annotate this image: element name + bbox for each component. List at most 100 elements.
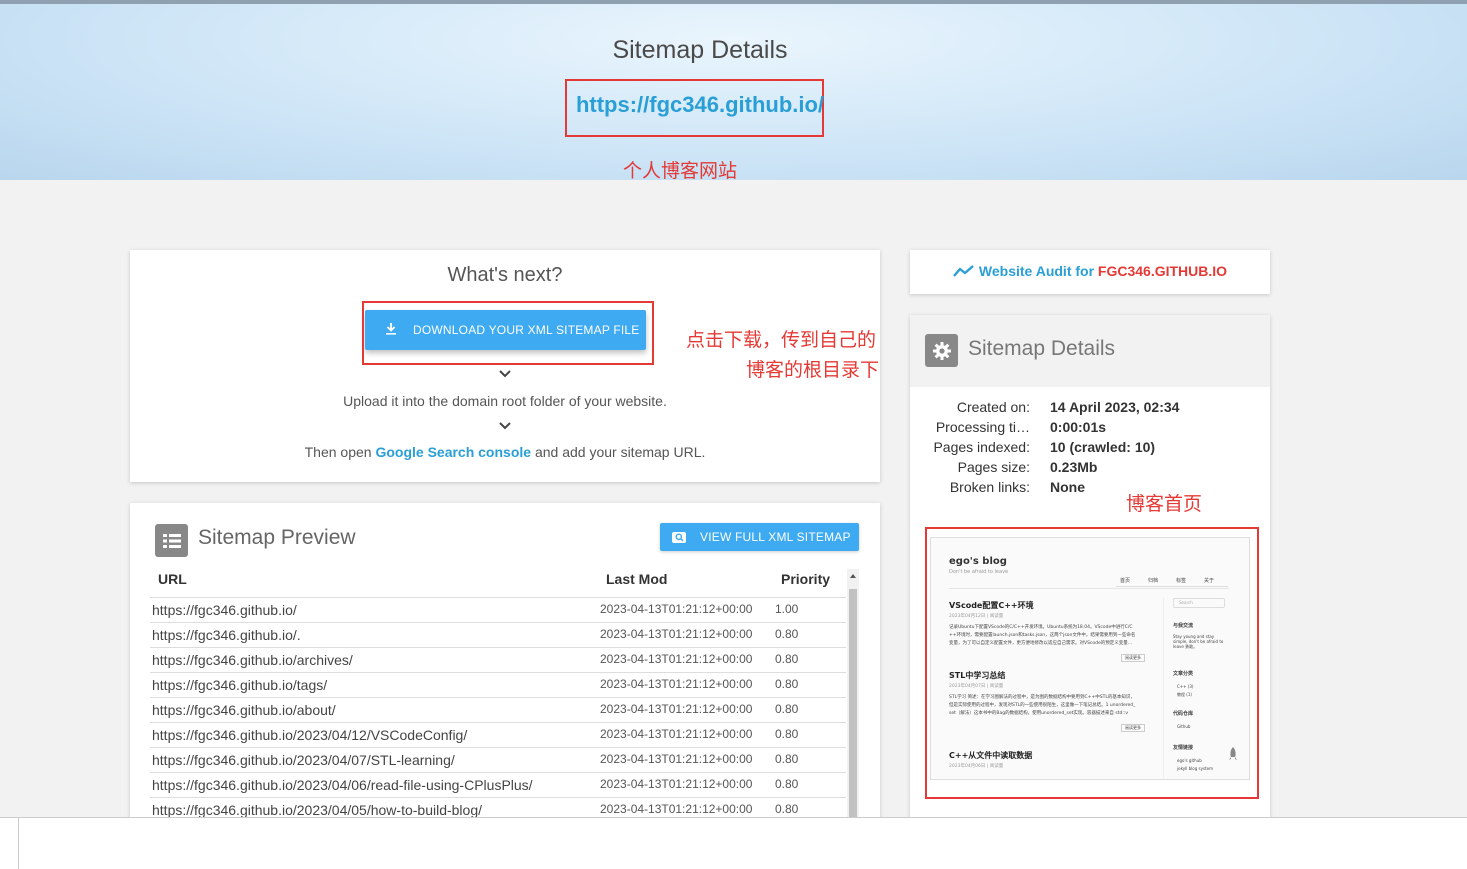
hero-site-url-link[interactable]: https://fgc346.github.io/ (565, 92, 835, 118)
row-url[interactable]: https://fgc346.github.io/tags/ (152, 677, 327, 693)
row-url[interactable]: https://fgc346.github.io/2023/04/07/STL-… (152, 752, 455, 768)
thumb-post1-meta: 2023年04月12日 | 阅读量 (949, 614, 1004, 619)
thumb-side-links: 友情链接 (1173, 745, 1194, 751)
row-priority: 1.00 (775, 602, 799, 616)
bottom-panel (0, 817, 1467, 869)
thumb-post1-body: ++环境时，需要配置launch.json和tasks.json，这两个json… (949, 633, 1136, 638)
created-value: 14 April 2023, 02:34 (1050, 399, 1180, 415)
thumb-search-box: Search (1173, 598, 1225, 608)
row-priority: 0.80 (775, 702, 799, 716)
thumb-side-repo-item: Github (1177, 724, 1191, 729)
upload-instruction: Upload it into the domain root folder of… (343, 393, 667, 409)
thumb-post2-body: STL学习 简述：在学习图解法的过程中，是为图的数据结构中要用到C++中STL的… (949, 695, 1135, 700)
search-console-instruction: Then open Google Search console and add … (130, 444, 880, 460)
sitemap-details-title: Sitemap Details (968, 337, 1116, 360)
hero-title: Sitemap Details (612, 36, 788, 64)
sitemap-preview-card: Sitemap Preview VIEW FULL XML SITEMAP UR… (130, 503, 880, 833)
thumb-nav-item: 标签 (1176, 578, 1187, 584)
processing-label: Processing ti… (935, 419, 1030, 435)
sitemap-preview-title: Sitemap Preview (198, 526, 356, 549)
table-row: https://fgc346.github.io/about/2023-04-1… (150, 697, 846, 723)
row-lastmod: 2023-04-13T01:21:12+00:00 (600, 627, 753, 641)
audit-domain: FGC346.GITHUB.IO (1097, 263, 1228, 279)
table-row: https://fgc346.github.io/. 2023-04-13T01:… (150, 622, 846, 648)
row-url[interactable]: https://fgc346.github.io/archives/ (152, 652, 353, 668)
row-url[interactable]: https://fgc346.github.io/. (152, 627, 301, 643)
thumb-side-about-text: Stay young and stay simple, don't be afr… (1173, 634, 1224, 649)
thumb-nav-item: 归档 (1148, 578, 1159, 584)
column-header-lastmod[interactable]: Last Mod (606, 571, 667, 587)
row-url[interactable]: https://fgc346.github.io/2023/04/05/how-… (152, 802, 482, 818)
row-lastmod: 2023-04-13T01:21:12+00:00 (600, 727, 753, 741)
audit-prefix: Website Audit for (978, 263, 1098, 279)
row-priority: 0.80 (775, 802, 799, 816)
thumb-search-text: Search (1179, 600, 1193, 605)
google-search-console-link[interactable]: Google Search console (375, 444, 531, 460)
thumb-side-links-item: jekyll blog system (1177, 766, 1213, 771)
table-scrollbar[interactable] (847, 569, 859, 819)
instruction-prefix: Then open (304, 444, 376, 460)
pages-indexed-value: 10 (crawled: 10) (1050, 439, 1156, 455)
row-priority: 0.80 (775, 627, 799, 641)
view-full-sitemap-label: VIEW FULL XML SITEMAP (700, 530, 851, 544)
thumb-blog-title: ego's blog (949, 556, 1007, 567)
annotation-download-line1: 点击下载，传到自己的 (686, 329, 877, 351)
row-lastmod: 2023-04-13T01:21:12+00:00 (600, 702, 753, 716)
table-row: https://fgc346.github.io/2023/04/07/STL-… (150, 747, 846, 773)
whats-next-title: What's next? (447, 264, 563, 286)
pages-size-label: Pages size: (957, 459, 1030, 475)
list-icon (155, 524, 188, 557)
thumb-side-links-item: ego's github (1177, 758, 1202, 763)
thumb-nav-item: 首页 (1120, 578, 1131, 584)
row-lastmod: 2023-04-13T01:21:12+00:00 (600, 652, 753, 666)
annotation-blog-homepage: 博客首页 (1126, 493, 1203, 515)
trend-chart-icon (953, 264, 975, 281)
thumb-nav-item: 关于 (1204, 578, 1215, 584)
row-lastmod: 2023-04-13T01:21:12+00:00 (600, 602, 753, 616)
row-url[interactable]: https://fgc346.github.io/2023/04/06/read… (152, 777, 533, 793)
thumb-post1-body: 变量，为了可以自定义配置文件，更方便地修改以适应自己需求。对VScode的预定义… (949, 641, 1133, 646)
row-url[interactable]: https://fgc346.github.io/about/ (152, 702, 336, 718)
view-full-sitemap-button[interactable]: VIEW FULL XML SITEMAP (660, 523, 859, 551)
thumb-post2-body: 但是实际使用的过程中，发现对STL的一些使用很陌生，这里做一下笔记总结。1 un… (949, 703, 1136, 708)
thumb-post2-title: STL中学习总结 (949, 671, 1006, 680)
row-lastmod: 2023-04-13T01:21:12+00:00 (600, 777, 753, 791)
table-row: https://fgc346.github.io/tags/2023-04-13… (150, 672, 846, 698)
website-audit-link[interactable]: Website Audit for FGC346.GITHUB.IO (910, 263, 1270, 281)
column-header-url[interactable]: URL (158, 571, 187, 587)
gear-icon (925, 334, 958, 367)
row-priority: 0.80 (775, 652, 799, 666)
row-priority: 0.80 (775, 777, 799, 791)
column-header-priority[interactable]: Priority (781, 571, 830, 587)
thumb-post3-meta: 2023年04月06日 | 阅读量 (949, 764, 1004, 769)
table-row: https://fgc346.github.io/2023-04-13T01:2… (150, 597, 846, 623)
thumb-post2-body: set（解法）这本书中的Bag的数据结构，使用unordered_set实现。容… (949, 711, 1129, 716)
thumb-read-more: 阅读更多 (1121, 724, 1145, 732)
row-url[interactable]: https://fgc346.github.io/ (152, 602, 297, 618)
thumb-post3-title: C++从文件中读取数据 (949, 751, 1033, 760)
table-row: https://fgc346.github.io/2023/04/12/VSCo… (150, 722, 846, 748)
processing-value: 0:00:01s (1050, 419, 1107, 435)
website-audit-card[interactable]: Website Audit for FGC346.GITHUB.IO (910, 250, 1270, 294)
rocket-icon (1229, 746, 1237, 765)
thumb-side-repo: 代码仓库 (1173, 711, 1194, 717)
thumb-read-more: 阅读更多 (1121, 654, 1145, 662)
bottom-panel-divider (18, 818, 19, 869)
table-row: https://fgc346.github.io/2023/04/06/read… (150, 772, 846, 798)
thumb-post1-body: 记录Ubuntu下配置VScode的C/C++开发环境。Ubuntu系统为18.… (949, 625, 1133, 630)
scroll-up-arrow-icon[interactable] (850, 574, 856, 578)
pages-indexed-label: Pages indexed: (933, 439, 1030, 455)
thumb-side-about: 与我交流 (1173, 623, 1194, 629)
thumb-nav: 首页 归档 标签 关于 (1116, 576, 1228, 587)
homepage-screenshot-thumbnail[interactable]: ego's blog Don't be afraid to leave 首页 归… (930, 537, 1250, 780)
row-url[interactable]: https://fgc346.github.io/2023/04/12/VSCo… (152, 727, 467, 743)
thumb-side-category-item: C++ (3) (1177, 684, 1194, 689)
broken-links-value: None (1050, 479, 1085, 495)
thumb-post1-title: VScode配置C++环境 (949, 601, 1034, 610)
row-lastmod: 2023-04-13T01:21:12+00:00 (600, 752, 753, 766)
thumb-divider (949, 588, 1229, 589)
thumb-sidebar-divider (1163, 598, 1164, 778)
annotation-download-line2: 博客的根目录下 (746, 359, 880, 381)
scrollbar-thumb[interactable] (849, 589, 857, 819)
created-label: Created on: (956, 399, 1030, 415)
